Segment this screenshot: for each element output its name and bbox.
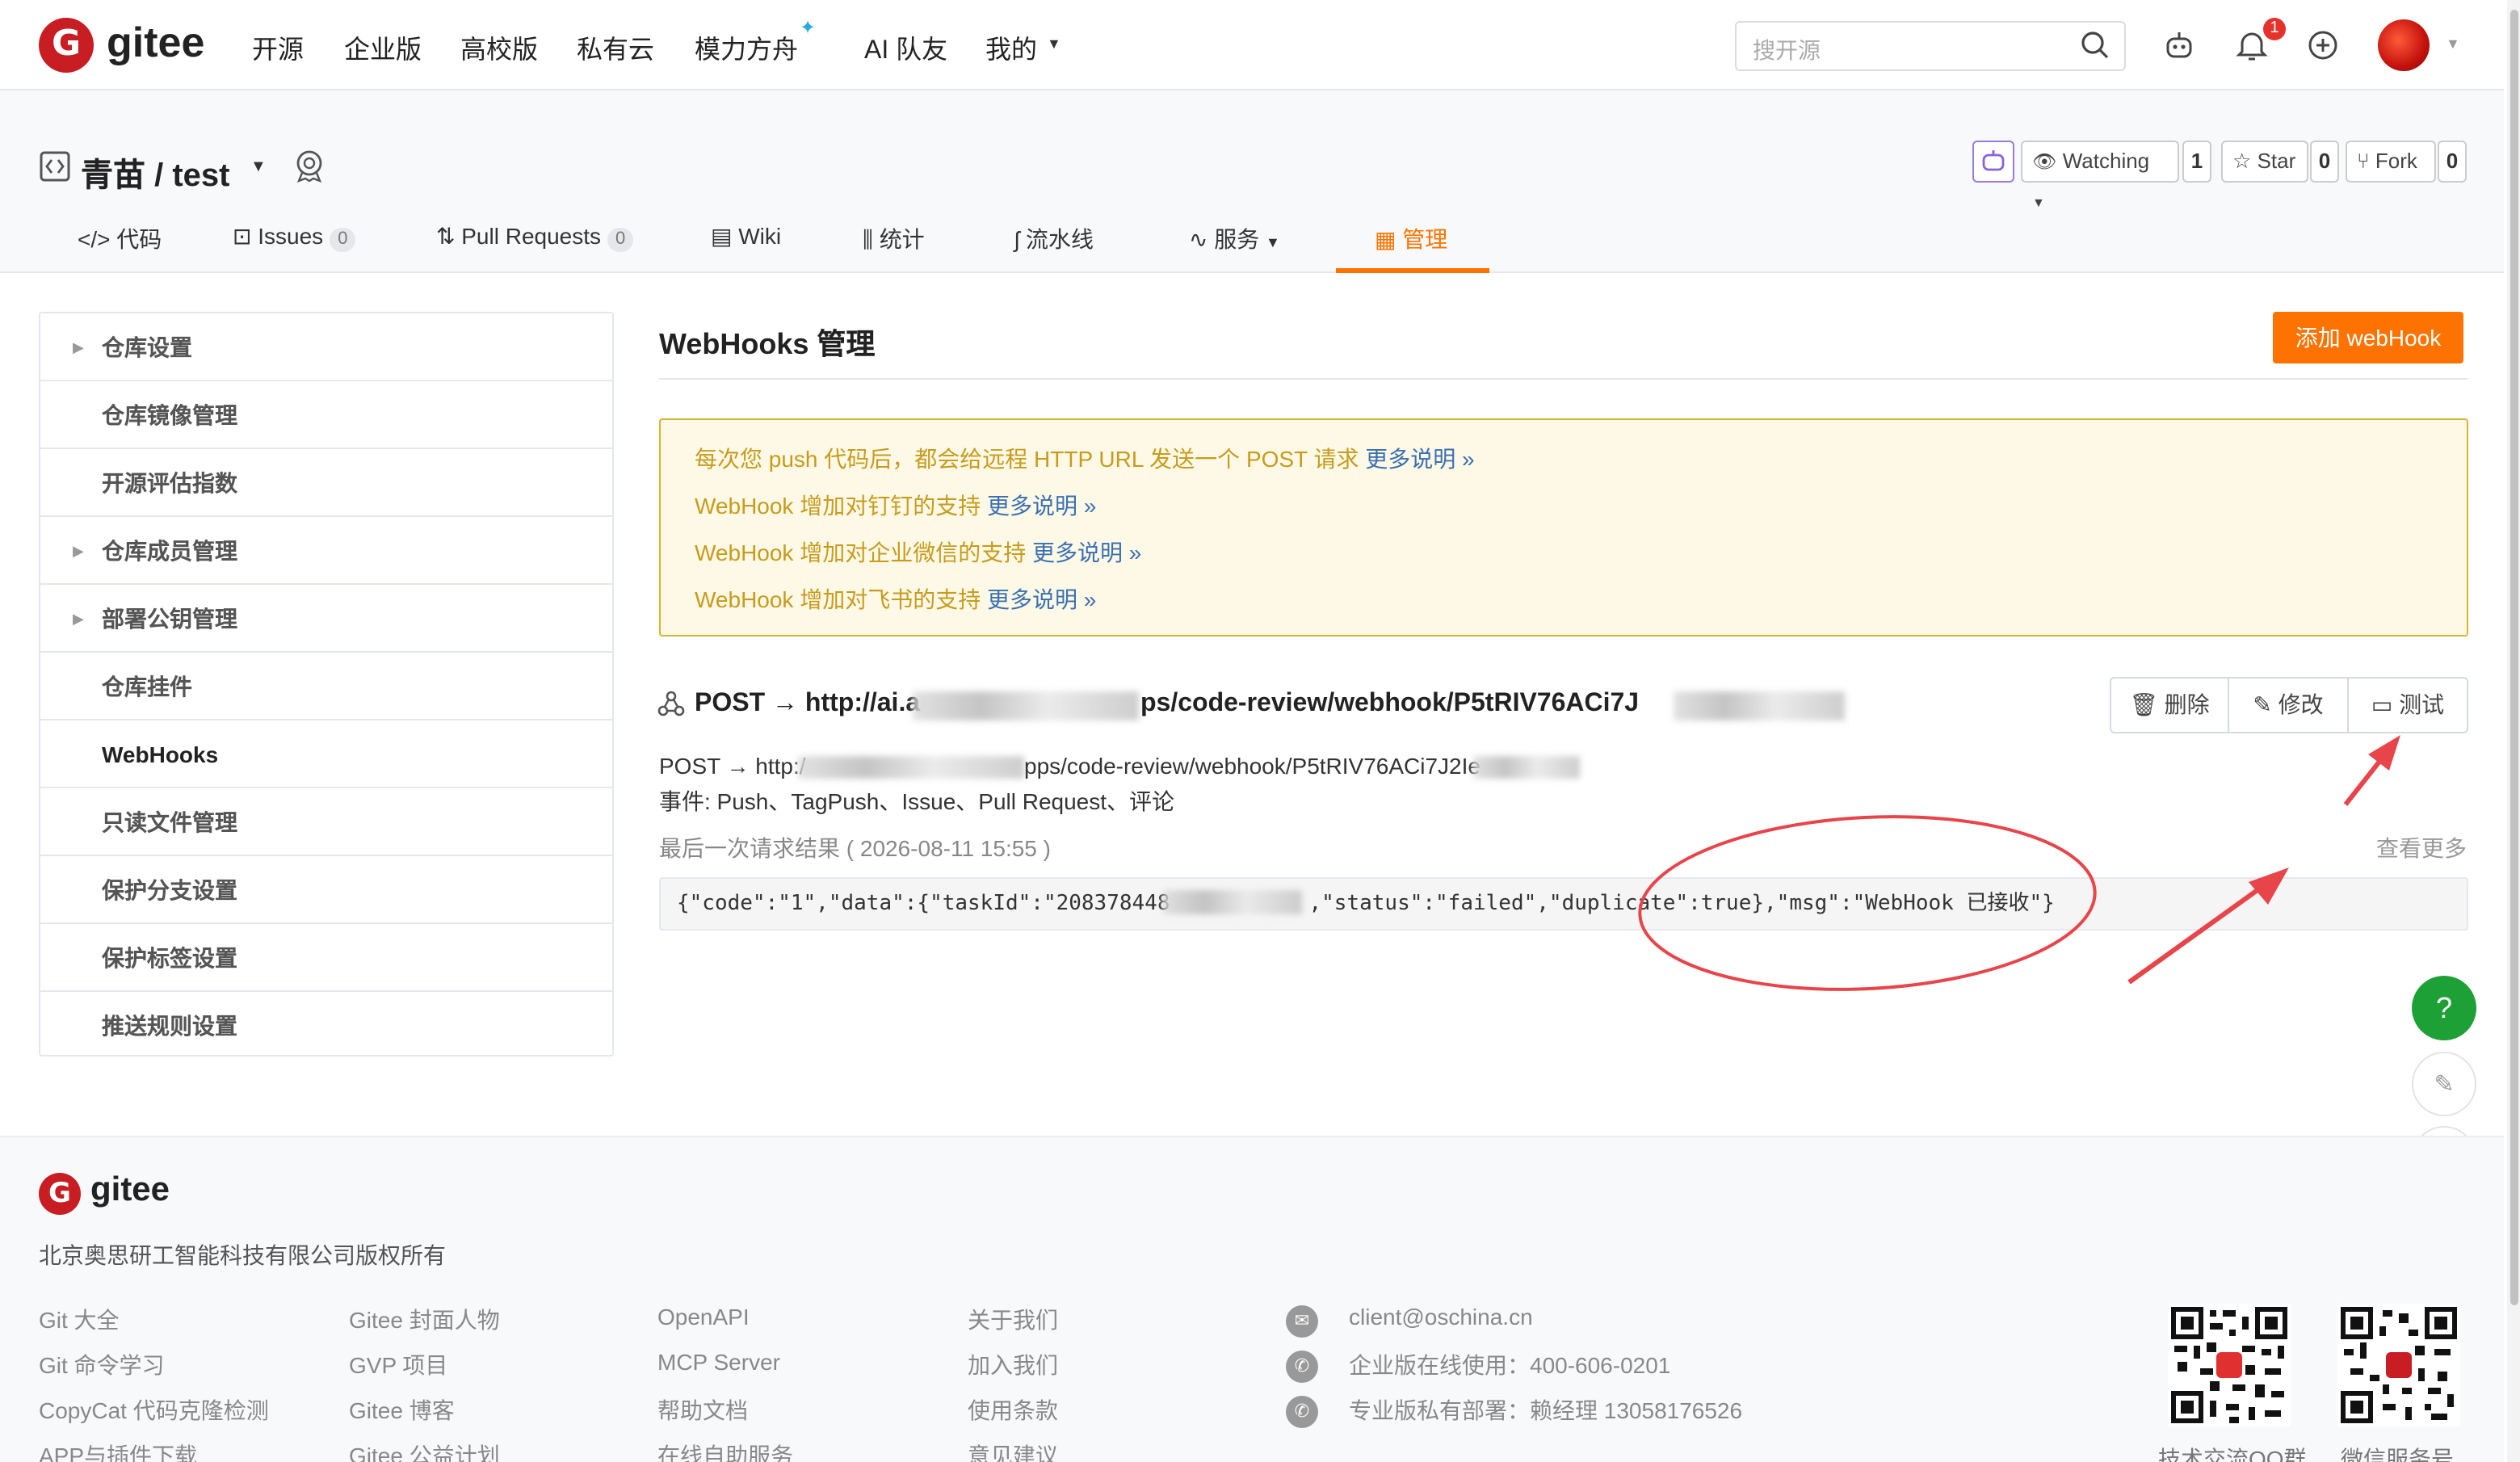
- annotation-arrowhead-lower: [2249, 868, 2289, 905]
- footer-link[interactable]: 关于我们: [968, 1304, 1058, 1336]
- phone-icon: ✆: [1286, 1396, 1318, 1428]
- footer-link[interactable]: Gitee 封面人物: [349, 1304, 500, 1336]
- wechat-label: 微信服务号: [2341, 1446, 2454, 1462]
- footer-link[interactable]: 帮助文档: [657, 1394, 748, 1426]
- footer-link[interactable]: Gitee 博客: [349, 1394, 455, 1426]
- footer-link[interactable]: OpenAPI: [657, 1304, 750, 1330]
- contact-enterprise: 企业版在线使用：400-606-0201: [1349, 1352, 1671, 1378]
- annotation-arrow-lower: [2127, 873, 2279, 985]
- footer-link[interactable]: CopyCat 代码克隆检测: [39, 1394, 269, 1426]
- footer-link[interactable]: 意见建议: [968, 1439, 1058, 1462]
- qq-group-qrcode: [2168, 1304, 2291, 1426]
- edit-note-icon: ✎: [2434, 1071, 2455, 1099]
- annotation-arrowhead-upper: [2368, 735, 2400, 771]
- help-fab[interactable]: ?: [2412, 976, 2476, 1040]
- footer-link[interactable]: Gitee 公益计划: [349, 1439, 500, 1462]
- annotation-circle: [1638, 815, 2097, 991]
- footer-logo-icon[interactable]: G: [39, 1173, 81, 1215]
- footer-link[interactable]: 加入我们: [968, 1349, 1058, 1381]
- footer-link[interactable]: APP与插件下载: [39, 1439, 197, 1462]
- footer-link[interactable]: Git 大全: [39, 1304, 120, 1336]
- scrollbar-thumb[interactable]: [2510, 10, 2518, 1305]
- footer-link[interactable]: Git 命令学习: [39, 1349, 165, 1381]
- footer-link[interactable]: 在线自助服务: [657, 1439, 793, 1462]
- wechat-qrcode: [2337, 1304, 2460, 1426]
- footer-link[interactable]: MCP Server: [657, 1349, 780, 1375]
- qq-group-label: 技术交流QQ群: [2158, 1446, 2307, 1462]
- question-icon: ?: [2435, 992, 2452, 1024]
- footer-copyright: 北京奥思研工智能科技有限公司版权所有: [39, 1242, 446, 1268]
- contact-email[interactable]: client@oschina.cn: [1349, 1304, 1533, 1330]
- footer-logo-text[interactable]: gitee: [90, 1171, 170, 1210]
- footer-link[interactable]: 使用条款: [968, 1394, 1058, 1426]
- page-root: G gitee 开源 企业版 高校版 私有云 模力方舟 ✦ AI 队友 我的 ▼…: [0, 0, 2520, 1462]
- feedback-fab[interactable]: ✎: [2412, 1052, 2476, 1116]
- footer-link[interactable]: GVP 项目: [349, 1349, 447, 1381]
- email-icon: ✉: [1286, 1305, 1318, 1338]
- contact-private: 专业版私有部署：赖经理 13058176526: [1349, 1397, 1743, 1423]
- phone-icon: ✆: [1286, 1351, 1318, 1383]
- footer: G gitee 北京奥思研工智能科技有限公司版权所有 Git 大全 Git 命令…: [0, 1136, 2504, 1462]
